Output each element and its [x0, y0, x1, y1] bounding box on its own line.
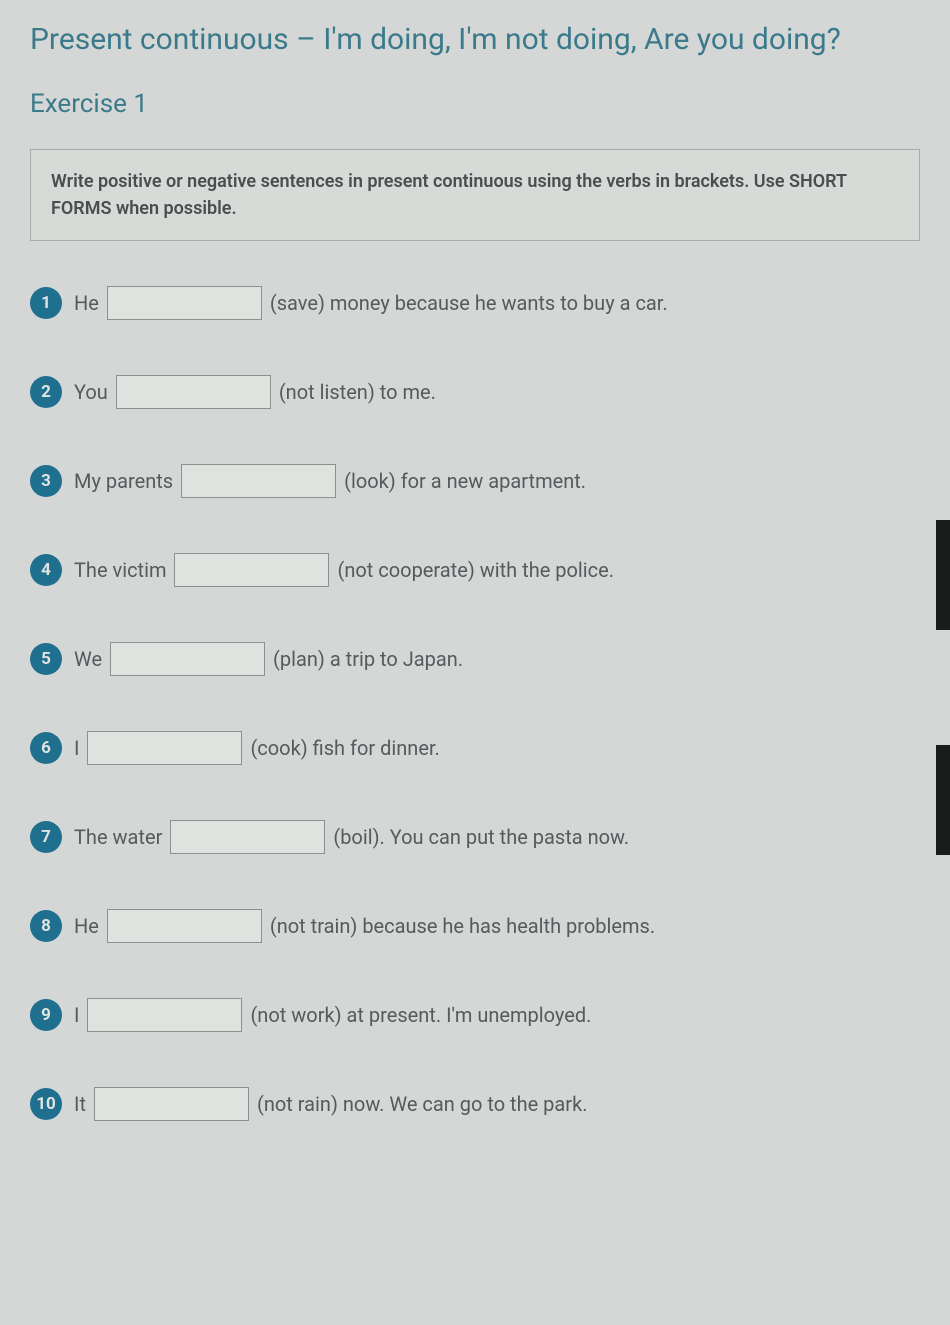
question-subject: He	[74, 291, 99, 315]
question-number-badge: 5	[30, 643, 62, 675]
question-subject: The victim	[74, 558, 166, 582]
answer-input[interactable]	[110, 642, 265, 676]
question-number-badge: 4	[30, 554, 62, 586]
answer-input[interactable]	[116, 375, 271, 409]
question-subject: We	[74, 647, 102, 671]
question-row: 9 I (not work) at present. I'm unemploye…	[30, 998, 920, 1032]
question-number-badge: 8	[30, 910, 62, 942]
answer-input[interactable]	[87, 731, 242, 765]
side-tabs	[936, 520, 950, 970]
question-number-badge: 10	[30, 1088, 62, 1120]
question-number-badge: 6	[30, 732, 62, 764]
question-subject: The water	[74, 825, 162, 849]
answer-input[interactable]	[181, 464, 336, 498]
page-title: Present continuous – I'm doing, I'm not …	[30, 20, 920, 59]
question-subject: I	[74, 1003, 79, 1027]
question-row: 3 My parents (look) for a new apartment.	[30, 464, 920, 498]
answer-input[interactable]	[107, 909, 262, 943]
question-number-badge: 9	[30, 999, 62, 1031]
question-trailing: (save) money because he wants to buy a c…	[270, 291, 668, 315]
question-row: 4 The victim (not cooperate) with the po…	[30, 553, 920, 587]
question-number-badge: 7	[30, 821, 62, 853]
question-row: 5 We (plan) a trip to Japan.	[30, 642, 920, 676]
question-trailing: (look) for a new apartment.	[344, 469, 586, 493]
question-trailing: (cook) fish for dinner.	[250, 736, 439, 760]
question-row: 6 I (cook) fish for dinner.	[30, 731, 920, 765]
side-tab[interactable]	[936, 520, 950, 630]
exercise-heading: Exercise 1	[30, 89, 920, 119]
question-trailing: (boil). You can put the pasta now.	[333, 825, 629, 849]
question-row: 8 He (not train) because he has health p…	[30, 909, 920, 943]
question-trailing: (not rain) now. We can go to the park.	[257, 1092, 588, 1116]
question-trailing: (not train) because he has health proble…	[270, 914, 655, 938]
answer-input[interactable]	[94, 1087, 249, 1121]
question-number-badge: 3	[30, 465, 62, 497]
question-subject: I	[74, 736, 79, 760]
answer-input[interactable]	[170, 820, 325, 854]
answer-input[interactable]	[107, 286, 262, 320]
question-row: 1 He (save) money because he wants to bu…	[30, 286, 920, 320]
question-subject: My parents	[74, 469, 173, 493]
question-subject: He	[74, 914, 99, 938]
question-row: 2 You (not listen) to me.	[30, 375, 920, 409]
answer-input[interactable]	[87, 998, 242, 1032]
question-subject: You	[74, 380, 108, 404]
question-number-badge: 2	[30, 376, 62, 408]
answer-input[interactable]	[174, 553, 329, 587]
side-tab[interactable]	[936, 745, 950, 855]
instructions-box: Write positive or negative sentences in …	[30, 149, 920, 241]
question-row: 7 The water (boil). You can put the past…	[30, 820, 920, 854]
question-trailing: (not listen) to me.	[279, 380, 436, 404]
question-trailing: (plan) a trip to Japan.	[273, 647, 463, 671]
question-subject: It	[74, 1092, 86, 1116]
question-trailing: (not cooperate) with the police.	[337, 558, 614, 582]
question-row: 10 It (not rain) now. We can go to the p…	[30, 1087, 920, 1121]
question-number-badge: 1	[30, 287, 62, 319]
question-trailing: (not work) at present. I'm unemployed.	[250, 1003, 591, 1027]
